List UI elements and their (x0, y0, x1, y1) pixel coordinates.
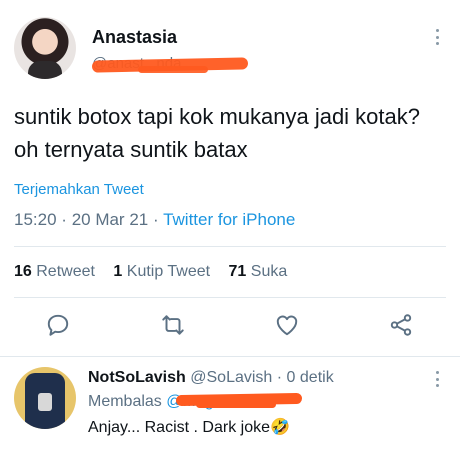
quotes-count: 1 (113, 263, 123, 280)
quotes-stat[interactable]: 1 Kutip Tweet (113, 263, 210, 280)
tweet-date: 20 Mar 21 (71, 210, 149, 229)
separator: · (152, 210, 159, 229)
avatar[interactable] (14, 17, 76, 79)
translate-link[interactable]: Terjemahkan Tweet (14, 181, 144, 198)
retweets-stat[interactable]: 16 Retweet (14, 263, 95, 280)
divider (14, 246, 446, 247)
likes-label: Suka (250, 263, 288, 280)
redaction-mark (138, 66, 208, 73)
tweet-meta: 15:20 · 20 Mar 21 · Twitter for iPhone (14, 210, 295, 230)
retweet-icon[interactable] (160, 312, 186, 338)
share-icon[interactable] (388, 312, 414, 338)
tweet-time: 15:20 (14, 210, 57, 229)
reply-author-handle[interactable]: @SoLavish (190, 369, 272, 386)
author-handle[interactable]: @anast...nda (91, 55, 252, 77)
more-options-icon[interactable] (435, 371, 439, 387)
divider (0, 356, 460, 357)
retweets-label: Retweet (36, 263, 95, 280)
replying-label: Membalas (88, 393, 162, 410)
tweet-text: suntik botox tapi kok mukanya jadi kotak… (14, 104, 421, 162)
reply-author-name[interactable]: NotSoLavish (88, 369, 186, 386)
likes-count: 71 (228, 263, 247, 280)
tweet-actions (0, 312, 460, 342)
separator: · (61, 210, 67, 229)
quotes-label: Kutip Tweet (126, 263, 211, 280)
reply-time: 0 detik (286, 369, 334, 386)
retweets-count: 16 (14, 263, 32, 280)
like-icon[interactable] (274, 312, 300, 338)
reply-header: NotSoLavish @SoLavish · 0 detik (88, 369, 334, 387)
reply-tweet[interactable]: NotSoLavish @SoLavish · 0 detik Membalas… (0, 356, 460, 449)
tweet-stats: 16 Retweet 1 Kutip Tweet 71 Suka (14, 263, 287, 281)
redaction-mark (196, 401, 276, 408)
separator: · (276, 369, 283, 386)
reply-text: Anjay... Racist . Dark joke🤣 (88, 419, 290, 436)
tweet-source-link[interactable]: Twitter for iPhone (163, 210, 295, 229)
likes-stat[interactable]: 71 Suka (229, 263, 288, 280)
main-tweet: Anastasia @anast...nda suntik botox tapi… (0, 0, 460, 356)
reply-icon[interactable] (45, 312, 71, 338)
author-name[interactable]: Anastasia (92, 27, 177, 48)
avatar[interactable] (14, 367, 76, 429)
divider (14, 297, 446, 298)
more-options-icon[interactable] (435, 29, 439, 45)
